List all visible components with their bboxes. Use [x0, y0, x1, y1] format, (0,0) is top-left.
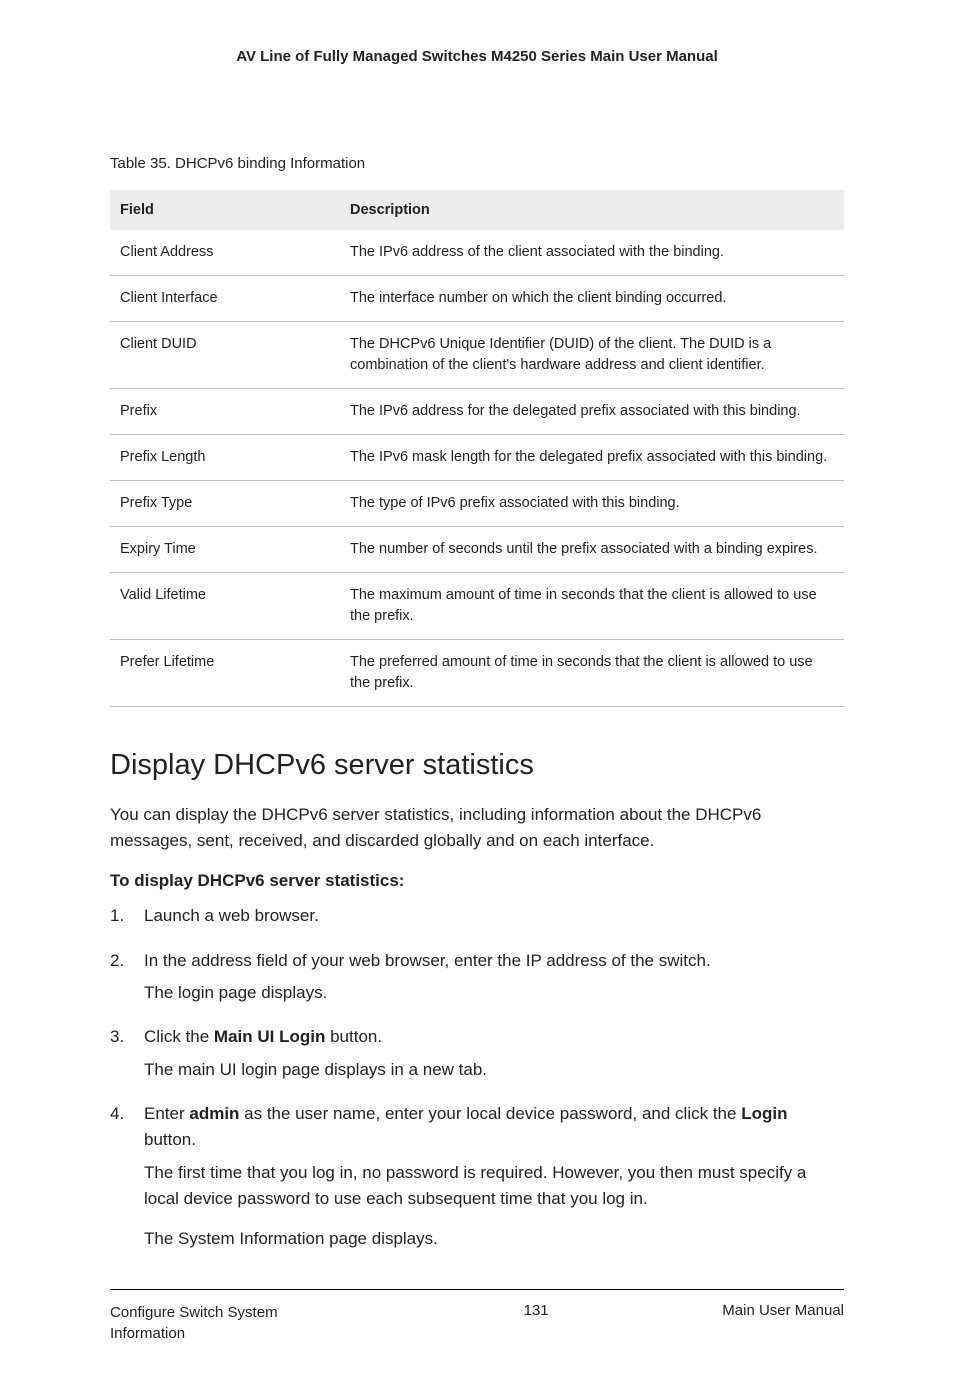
table-row: Client Interface The interface number on…	[110, 276, 844, 322]
step-2: In the address field of your web browser…	[110, 948, 844, 1007]
table-header-row: Field Description	[110, 190, 844, 230]
step-subtext: The first time that you log in, no passw…	[144, 1160, 844, 1213]
cell-field: Prefer Lifetime	[110, 640, 340, 707]
footer-page-number: 131	[524, 1302, 549, 1344]
cell-desc: The IPv6 address for the delegated prefi…	[340, 389, 844, 435]
cell-field: Expiry Time	[110, 527, 340, 573]
cell-desc: The IPv6 mask length for the delegated p…	[340, 435, 844, 481]
step-text-pre: Enter	[144, 1104, 189, 1123]
procedure-title: To display DHCPv6 server statistics:	[110, 871, 844, 891]
table-caption: Table 35. DHCPv6 binding Information	[110, 155, 844, 172]
table-row: Prefer Lifetime The preferred amount of …	[110, 640, 844, 707]
section-intro: You can display the DHCPv6 server statis…	[110, 802, 844, 853]
page-header-title: AV Line of Fully Managed Switches M4250 …	[110, 48, 844, 65]
document-page: AV Line of Fully Managed Switches M4250 …	[0, 0, 954, 1384]
step-4: Enter admin as the user name, enter your…	[110, 1101, 844, 1253]
table-row: Valid Lifetime The maximum amount of tim…	[110, 573, 844, 640]
dhcpv6-binding-table: Field Description Client Address The IPv…	[110, 190, 844, 707]
table-row: Prefix The IPv6 address for the delegate…	[110, 389, 844, 435]
step-text-post: button.	[144, 1130, 196, 1149]
step-text-bold: Main UI Login	[214, 1027, 325, 1046]
step-text-mid: as the user name, enter your local devic…	[239, 1104, 741, 1123]
cell-desc: The preferred amount of time in seconds …	[340, 640, 844, 707]
cell-desc: The interface number on which the client…	[340, 276, 844, 322]
procedure-steps: Launch a web browser. In the address fie…	[110, 903, 844, 1252]
cell-field: Prefix Type	[110, 481, 340, 527]
cell-field: Prefix Length	[110, 435, 340, 481]
cell-desc: The maximum amount of time in seconds th…	[340, 573, 844, 640]
step-text: In the address field of your web browser…	[144, 951, 711, 970]
col-header-field: Field	[110, 190, 340, 230]
cell-desc: The DHCPv6 Unique Identifier (DUID) of t…	[340, 322, 844, 389]
step-subtext: The login page displays.	[144, 980, 844, 1006]
cell-field: Client Interface	[110, 276, 340, 322]
col-header-description: Description	[340, 190, 844, 230]
page-footer: Configure Switch System Information 131 …	[110, 1302, 844, 1344]
cell-field: Client DUID	[110, 322, 340, 389]
cell-field: Valid Lifetime	[110, 573, 340, 640]
table-row: Prefix Type The type of IPv6 prefix asso…	[110, 481, 844, 527]
table-row: Client Address The IPv6 address of the c…	[110, 230, 844, 276]
table-row: Expiry Time The number of seconds until …	[110, 527, 844, 573]
step-3: Click the Main UI Login button. The main…	[110, 1024, 844, 1083]
step-text-post: button.	[325, 1027, 382, 1046]
cell-field: Prefix	[110, 389, 340, 435]
step-text-bold: Login	[741, 1104, 787, 1123]
step-subtext: The main UI login page displays in a new…	[144, 1057, 844, 1083]
cell-desc: The number of seconds until the prefix a…	[340, 527, 844, 573]
table-row: Client DUID The DHCPv6 Unique Identifier…	[110, 322, 844, 389]
step-text-pre: Click the	[144, 1027, 214, 1046]
step-subtext: The System Information page displays.	[144, 1226, 844, 1252]
step-1: Launch a web browser.	[110, 903, 844, 929]
footer-divider	[110, 1289, 844, 1290]
cell-field: Client Address	[110, 230, 340, 276]
footer-left: Configure Switch System Information	[110, 1302, 350, 1344]
table-row: Prefix Length The IPv6 mask length for t…	[110, 435, 844, 481]
footer-right: Main User Manual	[722, 1302, 844, 1344]
step-text: Launch a web browser.	[144, 906, 319, 925]
cell-desc: The IPv6 address of the client associate…	[340, 230, 844, 276]
cell-desc: The type of IPv6 prefix associated with …	[340, 481, 844, 527]
step-text-bold: admin	[189, 1104, 239, 1123]
section-heading: Display DHCPv6 server statistics	[110, 749, 844, 782]
